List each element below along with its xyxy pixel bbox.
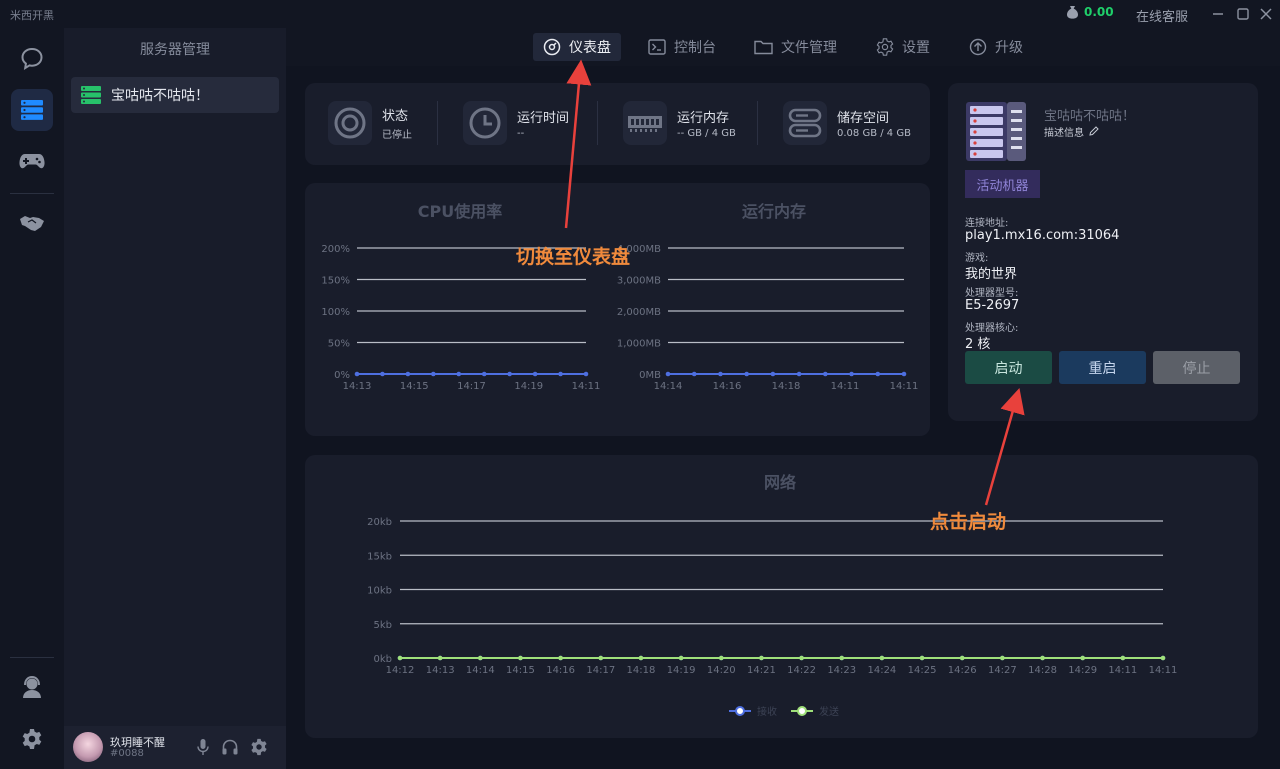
annotation-arrow-dashboard — [564, 59, 592, 229]
annotation-arrow-start — [984, 387, 1025, 506]
annotation-start: 点击启动 — [930, 511, 1007, 533]
annotation-arrows — [564, 59, 1025, 506]
annotation-dashboard: 切换至仪表盘 — [516, 246, 631, 268]
